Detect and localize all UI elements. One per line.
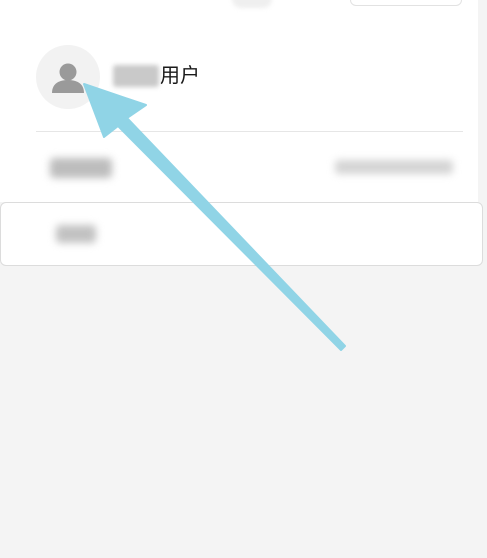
profile-row[interactable]: 用户 [0, 30, 478, 130]
secondary-label-redacted [56, 225, 96, 243]
top-blurred-chip [232, 0, 272, 8]
screen: 用户 [0, 0, 487, 558]
top-right-button[interactable] [350, 0, 462, 6]
secondary-card[interactable] [0, 202, 483, 266]
username-suffix: 用户 [160, 63, 200, 87]
info-row[interactable] [0, 132, 478, 202]
user-silhouette-icon [52, 63, 84, 93]
username-redacted [113, 65, 159, 87]
avatar[interactable] [36, 45, 100, 109]
profile-card: 用户 [0, 0, 478, 202]
info-label-redacted [50, 158, 112, 178]
info-value-redacted [335, 160, 453, 174]
